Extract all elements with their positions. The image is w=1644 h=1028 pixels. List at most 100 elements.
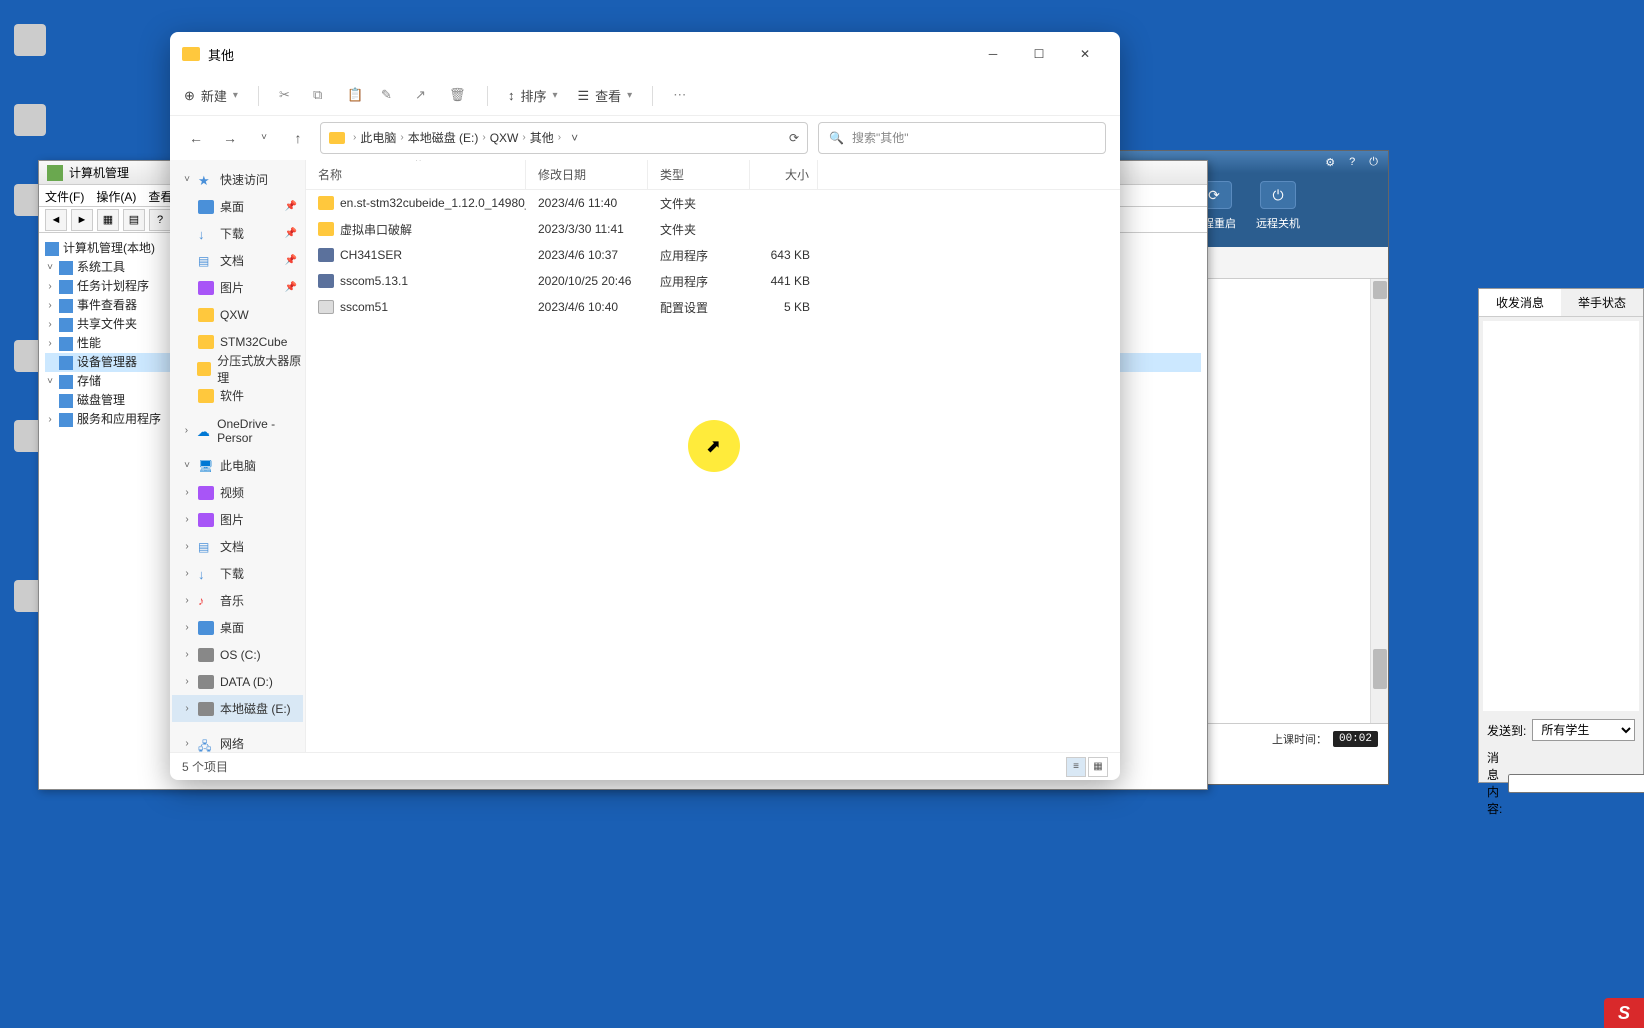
cut-icon[interactable]: ✂ [279,87,297,105]
sidebar-pictures2[interactable]: ›图片 [172,506,303,533]
column-type[interactable]: 类型 [648,160,750,189]
up-button[interactable]: ↑ [286,130,310,146]
window-title: 计算机管理 [69,164,129,181]
message-input[interactable] [1508,774,1644,793]
toolbar-btn[interactable]: ▦ [97,209,119,231]
sidebar-quick-access[interactable]: ˅★快速访问 [172,166,303,193]
recent-button[interactable]: ˅ [252,132,276,143]
sidebar-disk-c[interactable]: ›OS (C:) [172,641,303,668]
column-headers[interactable]: ^ 名称 修改日期 类型 大小 [306,160,1120,190]
sidebar-network[interactable]: ›🖧网络 [172,730,303,752]
file-icon [318,274,334,288]
column-date[interactable]: 修改日期 [526,160,648,189]
refresh-button[interactable]: ⟳ [789,131,799,145]
sidebar-documents2[interactable]: ›▤文档 [172,533,303,560]
file-row[interactable]: sscom5.13.12020/10/25 20:46应用程序441 KB [306,268,1120,294]
remote-shutdown-button[interactable]: ⏻远程关机 [1256,181,1300,239]
file-explorer-window: 其他 ─ ☐ ✕ ⊕新建▾ ✂ ⧉ 📋 ✎ ↗ 🗑 ↕排序▾ ☰查看▾ ⋯ ← … [170,32,1120,780]
file-type: 文件夹 [648,195,750,212]
sidebar-disk-e[interactable]: ›本地磁盘 (E:) [172,695,303,722]
ime-indicator[interactable]: S [1604,998,1644,1028]
sidebar-onedrive[interactable]: ›☁OneDrive - Persor [172,417,303,444]
message-label: 消息内容: [1487,749,1502,817]
sidebar-disk-d[interactable]: ›DATA (D:) [172,668,303,695]
details-view-button[interactable]: ≡ [1066,757,1086,777]
back-button[interactable]: ◄ [45,209,67,231]
file-row[interactable]: 虚拟串口破解2023/3/30 11:41文件夹 [306,216,1120,242]
gear-icon[interactable]: ⚙ [1325,156,1335,169]
tiles-view-button[interactable]: ▦ [1088,757,1108,777]
sidebar-desktop[interactable]: 桌面📌 [172,193,303,220]
file-type: 应用程序 [648,273,750,290]
crumb-qxw[interactable]: QXW [490,131,519,145]
menu-action[interactable]: 操作(A) [96,188,136,203]
more-icon[interactable]: ⋯ [673,87,691,105]
back-button[interactable]: ← [184,130,208,146]
folder-icon [329,132,345,144]
file-date: 2020/10/25 20:46 [526,274,648,288]
status-bar: 5 个项目 ≡ ▦ [170,752,1120,780]
power-icon[interactable]: ⏻ [1369,156,1378,169]
send-to-select[interactable]: 所有学生 [1532,719,1635,741]
file-row[interactable]: en.st-stm32cubeide_1.12.0_14980_20...202… [306,190,1120,216]
search-icon: 🔍 [829,131,844,145]
desktop-icon[interactable] [6,104,54,136]
share-icon[interactable]: ↗ [415,87,433,105]
sidebar-documents[interactable]: ▤文档📌 [172,247,303,274]
new-button[interactable]: ⊕新建▾ [184,86,238,105]
rename-icon[interactable]: ✎ [381,87,399,105]
toolbar-btn[interactable]: ▤ [123,209,145,231]
forward-button[interactable]: ► [71,209,93,231]
sidebar-folder-fyq[interactable]: 分压式放大器原理 [172,355,303,382]
file-row[interactable]: CH341SER2023/4/6 10:37应用程序643 KB [306,242,1120,268]
pin-icon: 📌 [285,255,297,266]
toolbar-btn[interactable]: ? [149,209,171,231]
sidebar-downloads2[interactable]: ›↓下载 [172,560,303,587]
sidebar-pictures[interactable]: 图片📌 [172,274,303,301]
menu-file[interactable]: 文件(F) [45,188,84,203]
file-type: 文件夹 [648,221,750,238]
file-name: CH341SER [340,248,402,262]
titlebar[interactable]: 其他 ─ ☐ ✕ [170,32,1120,76]
sidebar-downloads[interactable]: ↓下载📌 [172,220,303,247]
view-button[interactable]: ☰查看▾ [578,86,633,105]
scrollbar[interactable] [1370,279,1388,723]
close-button[interactable]: ✕ [1062,38,1108,70]
tab-raise-hand[interactable]: 举手状态 [1561,289,1643,316]
cursor-highlight [688,420,740,472]
crumb-disk-e[interactable]: 本地磁盘 (E:) [408,129,479,146]
sidebar-folder-software[interactable]: 软件 [172,382,303,409]
file-name: sscom51 [340,300,388,314]
copy-icon[interactable]: ⧉ [313,87,331,105]
file-date: 2023/4/6 11:40 [526,196,648,210]
sidebar-this-pc[interactable]: ˅🖥此电脑 [172,452,303,479]
breadcrumb[interactable]: › 此电脑› 本地磁盘 (E:)› QXW› 其他› ˅ ⟳ [320,122,808,154]
forward-button[interactable]: → [218,130,242,146]
sort-button[interactable]: ↕排序▾ [508,86,558,105]
desktop-icon[interactable] [6,24,54,56]
column-size[interactable]: 大小 [750,160,818,189]
pin-icon: 📌 [285,201,297,212]
crumb-this-pc[interactable]: 此电脑 [360,129,396,146]
crumb-other[interactable]: 其他 [530,129,554,146]
delete-icon[interactable]: 🗑 [449,87,467,105]
tab-messages[interactable]: 收发消息 [1479,289,1561,316]
sort-indicator: ^ [416,160,421,167]
chat-tabs: 收发消息 举手状态 [1479,289,1643,317]
sidebar-folder-qxw[interactable]: QXW [172,301,303,328]
file-name: sscom5.13.1 [340,274,408,288]
pin-icon: 📌 [285,228,297,239]
file-name: en.st-stm32cubeide_1.12.0_14980_20... [340,196,526,210]
file-type: 应用程序 [648,247,750,264]
sidebar-music[interactable]: ›♪音乐 [172,587,303,614]
help-icon[interactable]: ? [1349,156,1355,168]
search-box[interactable]: 🔍 搜索"其他" [818,122,1106,154]
file-row[interactable]: sscom512023/4/6 10:40配置设置5 KB [306,294,1120,320]
file-size: 5 KB [750,300,818,314]
breadcrumb-dropdown[interactable]: ˅ [565,131,584,145]
sidebar-desktop2[interactable]: ›桌面 [172,614,303,641]
paste-icon[interactable]: 📋 [347,87,365,105]
minimize-button[interactable]: ─ [970,38,1016,70]
sidebar-videos[interactable]: ›视频 [172,479,303,506]
maximize-button[interactable]: ☐ [1016,38,1062,70]
